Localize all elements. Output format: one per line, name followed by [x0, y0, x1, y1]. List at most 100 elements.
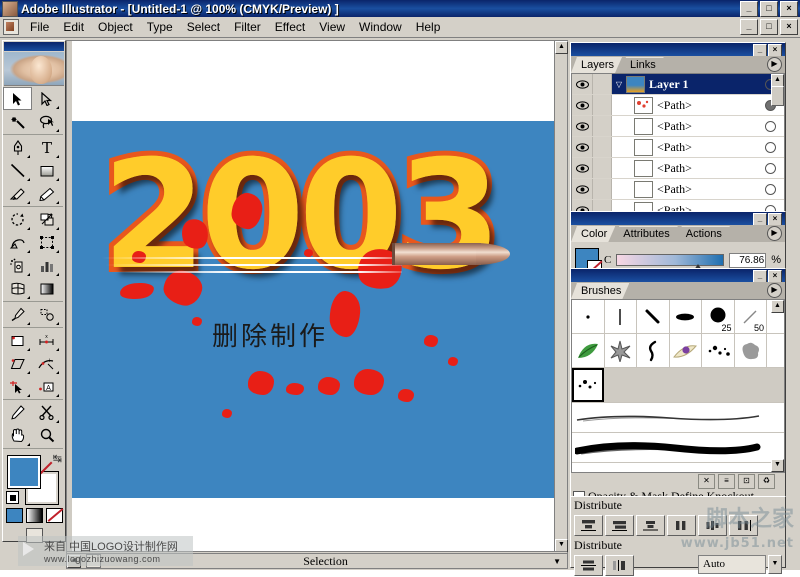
menu-item-view[interactable]: View [312, 18, 352, 36]
doc-close-button[interactable]: × [780, 19, 798, 35]
layer-lock-toggle[interactable] [593, 158, 612, 178]
mesh-tool[interactable] [3, 277, 32, 300]
gradient-mode-button[interactable] [25, 508, 43, 523]
brush-starburst[interactable] [605, 334, 637, 367]
layer-lock-toggle[interactable] [593, 137, 612, 157]
pencil-tool[interactable] [32, 182, 61, 205]
brush-oval[interactable] [670, 300, 702, 333]
document-window-controls[interactable]: _ □ × [740, 19, 798, 35]
rectangle-tool[interactable] [32, 159, 61, 182]
layers-palette-menu-icon[interactable]: ▶ [767, 57, 782, 72]
brush-feather-flower[interactable] [670, 334, 702, 367]
brushes-list[interactable]: 25 50 ▲ ▼ [571, 299, 785, 473]
hand-tool[interactable] [3, 424, 32, 447]
layer-visibility-icon[interactable] [572, 158, 593, 178]
scroll-up-button[interactable]: ▲ [555, 41, 568, 54]
layer-row[interactable]: <Path> [572, 179, 784, 200]
knife-tool[interactable] [3, 401, 32, 424]
brush-ink-blob[interactable] [735, 334, 767, 367]
blend-tool[interactable] [32, 303, 61, 326]
paintbrush-tool[interactable] [3, 182, 32, 205]
horizontal-align-center-button[interactable] [698, 515, 727, 536]
warp-tool[interactable] [3, 231, 32, 254]
minimize-button[interactable]: _ [740, 1, 758, 17]
cyan-slider-track[interactable] [616, 254, 725, 266]
tab-layers[interactable]: Layers [571, 57, 622, 73]
brushes-palette-title-bar[interactable]: _ × [571, 269, 785, 283]
auto-spacing-dropdown[interactable]: ▼ [768, 555, 782, 574]
color-palette-title-bar[interactable]: _ × [571, 212, 785, 226]
color-palette-menu-icon[interactable]: ▶ [767, 226, 782, 241]
brush-round-25[interactable]: 25 [702, 300, 735, 333]
layer-lock-toggle[interactable] [593, 95, 612, 115]
selection-marquee-tool[interactable] [3, 375, 32, 398]
doc-minimize-button[interactable]: _ [740, 19, 758, 35]
status-dropdown-arrow[interactable]: ▼ [547, 557, 567, 566]
brush-scatter-selected[interactable] [572, 368, 604, 402]
brushes-palette-menu-icon[interactable]: ▶ [767, 283, 782, 298]
graph-tool[interactable] [32, 254, 61, 277]
swap-fill-stroke-icon[interactable]: ↹ [53, 452, 62, 465]
layer-visibility-icon[interactable] [572, 137, 593, 157]
layer-lock-toggle[interactable] [593, 74, 612, 94]
vertical-align-center-button[interactable] [605, 515, 634, 536]
tab-attributes[interactable]: Attributes [613, 226, 677, 242]
type-tool[interactable]: T [32, 136, 61, 159]
layer-lock-toggle[interactable] [593, 179, 612, 199]
direct-selection-tool[interactable] [32, 87, 61, 110]
layer-row[interactable]: <Path> [572, 95, 784, 116]
layer-target-indicator[interactable] [765, 141, 776, 153]
default-fill-stroke-icon[interactable] [6, 491, 19, 504]
lasso-tool[interactable] [32, 110, 61, 133]
brush-dot-1[interactable] [572, 300, 605, 333]
fill-stroke-indicator[interactable]: ↹ [6, 452, 62, 505]
pen-tool[interactable] [3, 136, 32, 159]
layer-disclosure-triangle[interactable]: ▽ [612, 80, 626, 89]
menu-item-type[interactable]: Type [140, 18, 180, 36]
canvas-vertical-scrollbar[interactable]: ▲ ▼ [554, 41, 568, 552]
none-mode-button[interactable] [45, 508, 63, 523]
shear-tool[interactable] [3, 352, 32, 375]
new-brush-button[interactable]: ⊡ [738, 474, 755, 489]
close-button[interactable]: × [780, 1, 798, 17]
brush-scroll[interactable] [637, 334, 670, 367]
gradient-tool[interactable] [32, 277, 61, 300]
auto-spacing-input[interactable]: Auto [698, 555, 766, 574]
distribute-horizontal-spacing-button[interactable] [605, 555, 634, 576]
scale-tool[interactable] [32, 208, 61, 231]
layer-lock-toggle[interactable] [593, 116, 612, 136]
toolbox-title-bar[interactable] [4, 42, 64, 51]
color-mode-button[interactable] [5, 508, 23, 523]
menu-item-window[interactable]: Window [352, 18, 409, 36]
line-tool[interactable] [3, 159, 32, 182]
layer-row[interactable]: <Path> [572, 116, 784, 137]
brush-thin-stroke[interactable] [605, 300, 637, 333]
window-controls[interactable]: _ □ × [740, 1, 798, 17]
menu-item-filter[interactable]: Filter [227, 18, 268, 36]
horizontal-align-left-button[interactable] [667, 515, 696, 536]
artboard-tool[interactable]: A [32, 375, 61, 398]
brush-angled-stroke[interactable] [637, 300, 670, 333]
brush-options-button[interactable]: ≡ [718, 474, 735, 489]
layer-row[interactable]: <Path> [572, 158, 784, 179]
selection-tool[interactable] [3, 87, 32, 110]
layer-visibility-icon[interactable] [572, 74, 593, 94]
brush-scatter-dots[interactable] [702, 334, 735, 367]
layer-row[interactable]: <Path> [572, 137, 784, 158]
layers-palette-title-bar[interactable]: _ × [571, 43, 785, 57]
cyan-value-input[interactable]: 76.86 [729, 252, 767, 268]
layers-scroll-thumb[interactable] [771, 86, 784, 106]
layer-target-indicator[interactable] [765, 162, 776, 174]
brushes-scroll-down-button[interactable]: ▼ [771, 459, 784, 472]
tab-actions[interactable]: Actions [676, 226, 730, 242]
symbol-sprayer-tool[interactable] [3, 254, 32, 277]
tab-brushes[interactable]: Brushes [571, 283, 629, 299]
magic-wand-tool[interactable] [3, 110, 32, 133]
eyedropper-tool[interactable] [3, 303, 32, 326]
menu-item-edit[interactable]: Edit [56, 18, 91, 36]
zoom-tool[interactable] [32, 424, 61, 447]
rotate-tool[interactable] [3, 208, 32, 231]
brush-round-50[interactable]: 50 [735, 300, 767, 333]
brushes-scroll-up-button[interactable]: ▲ [771, 300, 784, 313]
menu-item-select[interactable]: Select [180, 18, 227, 36]
